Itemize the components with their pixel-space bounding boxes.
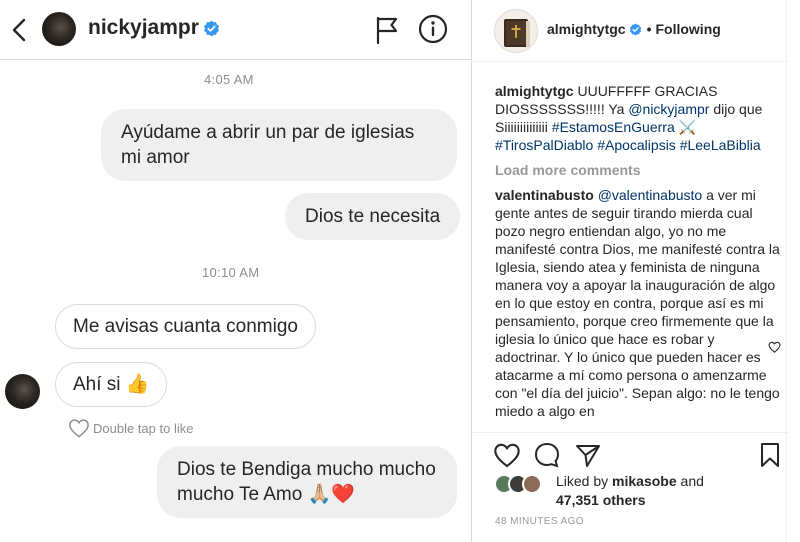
double-tap-hint: Double tap to like: [68, 418, 193, 438]
info-icon[interactable]: [418, 14, 448, 44]
verified-badge-icon: [203, 20, 219, 37]
crossed-swords-emoji: ⚔️: [678, 119, 697, 135]
comment-text: a ver mi gente antes de seguir tirando m…: [495, 187, 780, 419]
hashtag-link[interactable]: #LeeLaBiblia: [680, 137, 761, 153]
avatar[interactable]: [494, 9, 538, 53]
post-username[interactable]: almightytgc: [547, 21, 626, 37]
comment-mention[interactable]: @valentinabusto: [598, 187, 703, 203]
comments-section: almightytgc UUUFFFFF GRACIAS DIOSSSSSSS!…: [495, 82, 780, 432]
liker-username[interactable]: mikasobe: [612, 473, 677, 489]
caption-username[interactable]: almightytgc: [495, 83, 574, 99]
post-panel: almightytgc • Following almightytgc UUUF…: [471, 0, 788, 542]
liked-by-and: and: [680, 473, 704, 489]
bookmark-icon[interactable]: [756, 441, 784, 469]
message-bubble-outgoing[interactable]: Dios te Bendiga mucho mucho mucho Te Amo…: [157, 446, 457, 518]
post-username-row: almightytgc • Following: [547, 21, 721, 37]
post-header: almightytgc • Following: [472, 0, 788, 62]
caption: almightytgc UUUFFFFF GRACIAS DIOSSSSSSS!…: [495, 82, 780, 154]
liked-by-text: Liked by mikasobe and 47,351 others: [556, 472, 704, 510]
bible-icon: [504, 19, 530, 47]
dm-username-row[interactable]: nickyjampr: [88, 16, 220, 40]
double-tap-hint-label: Double tap to like: [93, 420, 194, 436]
comment-like-heart-icon[interactable]: [768, 341, 781, 353]
share-icon[interactable]: [574, 441, 602, 469]
caption-mention[interactable]: @nickyjampr: [628, 101, 709, 117]
timestamp: 4:05 AM: [204, 72, 254, 87]
message-bubble-outgoing[interactable]: Dios te necesita: [285, 193, 461, 240]
avatar[interactable]: [5, 374, 40, 409]
comment-username[interactable]: valentinabusto: [495, 187, 594, 203]
avatar[interactable]: [42, 12, 76, 46]
message-bubble-incoming[interactable]: Me avisas cuanta conmigo: [55, 304, 316, 349]
likes-count[interactable]: 47,351 others: [556, 492, 646, 508]
dm-thread: nickyjampr 4:05 AM Ayúdame a abrir un pa…: [0, 0, 471, 542]
hashtag-link[interactable]: #EstamosEnGuerra: [552, 119, 675, 135]
verified-badge-icon: [629, 23, 641, 35]
heart-outline-icon: [69, 419, 89, 438]
flag-icon[interactable]: [374, 15, 400, 45]
liker-avatar[interactable]: [522, 474, 542, 494]
dm-username[interactable]: nickyjampr: [88, 16, 199, 39]
dm-header: nickyjampr: [0, 0, 471, 60]
back-arrow-icon[interactable]: [10, 16, 30, 44]
separator-dot: •: [646, 21, 652, 37]
following-button[interactable]: Following: [655, 21, 720, 37]
message-bubble-outgoing[interactable]: Ayúdame a abrir un par de iglesias mi am…: [101, 109, 457, 181]
liked-by-prefix: Liked by: [556, 473, 609, 489]
comment: valentinabusto @valentinabusto a ver mi …: [495, 186, 780, 420]
load-more-comments-button[interactable]: Load more comments: [495, 161, 780, 179]
hashtag-link[interactable]: #TirosPalDiablo: [495, 137, 593, 153]
hashtag-link[interactable]: #Apocalipsis: [597, 137, 676, 153]
post-timestamp[interactable]: 48 MINUTES AGO: [495, 516, 584, 527]
likes-summary: Liked by mikasobe and 47,351 others: [494, 472, 784, 512]
message-bubble-incoming[interactable]: Ahí si 👍: [55, 362, 168, 407]
comment-icon[interactable]: [533, 441, 561, 469]
heart-icon[interactable]: [493, 441, 521, 469]
post-actions-bar: [472, 432, 788, 472]
timestamp: 10:10 AM: [202, 265, 260, 280]
